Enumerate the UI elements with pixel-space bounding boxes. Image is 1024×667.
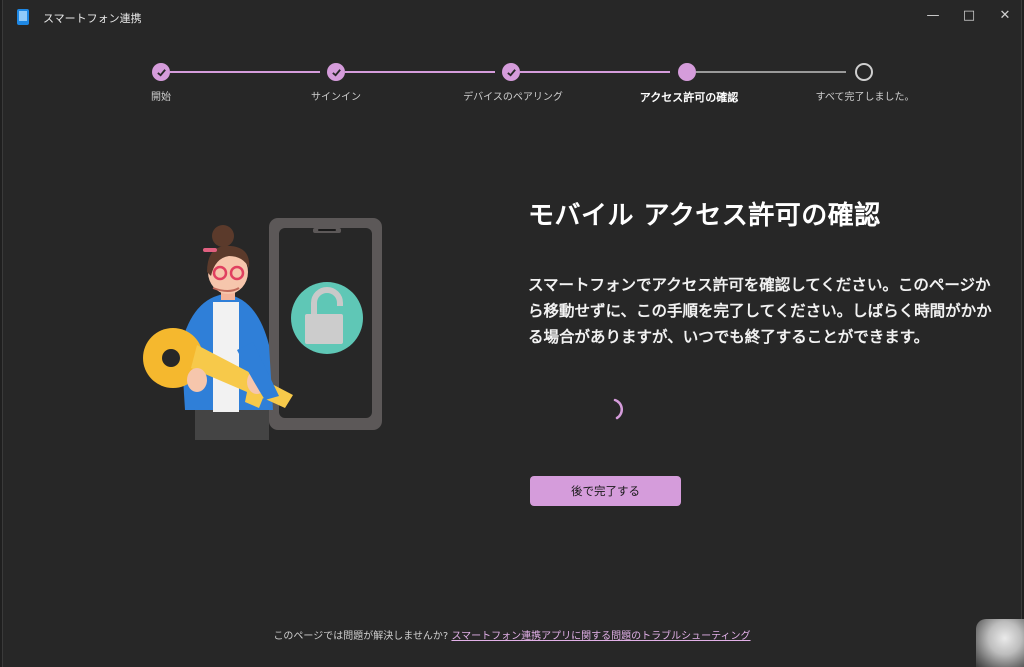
minimize-button[interactable]: —	[915, 2, 951, 30]
window-title: スマートフォン連携	[43, 12, 142, 25]
troubleshoot-link[interactable]: スマートフォン連携アプリに関する問題のトラブルシューティング	[451, 631, 750, 642]
checkmark-icon	[156, 68, 166, 77]
finish-later-button[interactable]: 後で完了する	[530, 476, 681, 506]
step-label: デバイスのペアリング	[463, 92, 563, 103]
step-2-done	[327, 63, 345, 81]
step-3-done	[502, 63, 520, 81]
close-button[interactable]: ✕	[987, 2, 1023, 30]
step-4-current	[678, 63, 696, 81]
minimize-icon: —	[926, 8, 940, 23]
close-icon: ✕	[999, 8, 1011, 23]
corner-thumbnail	[976, 619, 1024, 667]
step-connector	[170, 71, 320, 73]
step-label-current: アクセス許可の確認	[639, 91, 739, 104]
progress-stepper: 開始 サインイン デバイスのペアリング アクセス許可の確認 すべて完了しました。	[3, 58, 1021, 118]
step-label: すべて完了しました。	[815, 92, 915, 103]
app-icon	[17, 9, 29, 25]
checkmark-icon	[331, 68, 341, 77]
page-title: モバイル アクセス許可の確認	[528, 201, 881, 231]
spinner-icon	[613, 398, 624, 420]
lock-icon	[291, 282, 363, 354]
maximize-button[interactable]: □	[951, 2, 987, 30]
maximize-icon: □	[962, 8, 976, 23]
title-bar: スマートフォン連携 — □ ✕	[3, 0, 1021, 34]
illustration-person-with-key	[143, 218, 382, 440]
step-connector	[696, 71, 846, 73]
step-label: サインイン	[311, 92, 361, 103]
step-1-done	[152, 63, 170, 81]
footer-text: このページでは問題が解決しませんか?	[273, 631, 449, 642]
footer-help: このページでは問題が解決しませんか? スマートフォン連携アプリに関する問題のトラ…	[3, 627, 1021, 642]
step-connector	[520, 71, 670, 73]
step-5-pending	[855, 63, 873, 81]
step-connector	[345, 71, 495, 73]
step-label: 開始	[151, 92, 171, 103]
app-window: スマートフォン連携 — □ ✕ 開始 サインイン デバイスのペアリング アクセス…	[2, 0, 1022, 667]
checkmark-icon	[506, 68, 516, 77]
description-text: スマートフォンでアクセス許可を確認してください。このページから移動せずに、この手…	[528, 276, 992, 346]
